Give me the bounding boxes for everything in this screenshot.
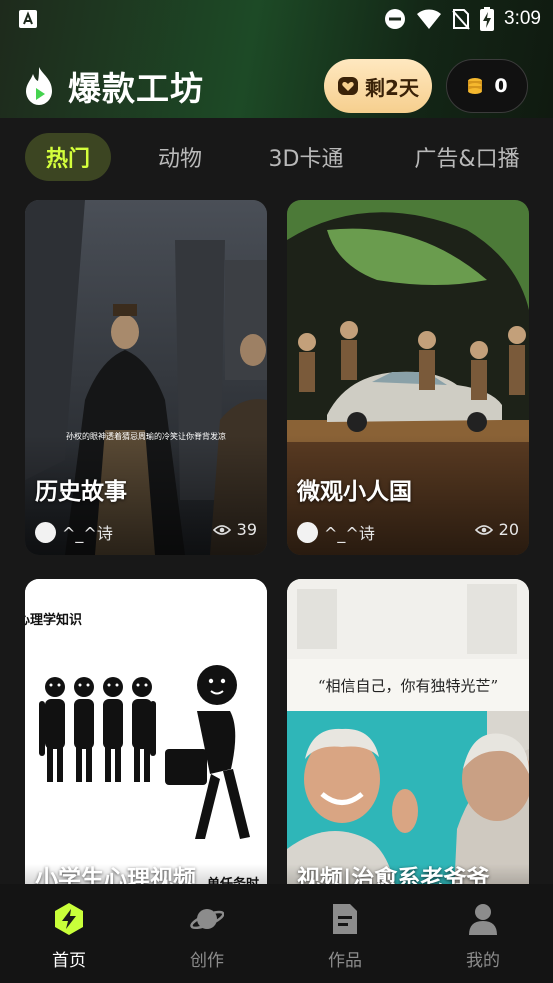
document-icon — [333, 904, 357, 934]
nav-label: 创作 — [190, 951, 224, 971]
nav-item-create[interactable]: 创作 — [138, 884, 276, 983]
template-card-history[interactable]: 孙权的眼神透着猜忌周瑜的冷笑让你脊背发凉 历史故事 ^_^诗 39 — [25, 200, 267, 555]
card-overlay-text: 心理学知识 — [25, 613, 83, 628]
wifi-icon — [417, 9, 442, 29]
card-title: 历史故事 — [35, 479, 127, 505]
template-card-psychology[interactable]: 心理学知识 单任务时 小学生心理视频 — [25, 579, 267, 934]
author-name: ^_^诗 — [62, 524, 113, 543]
coin-count: 0 — [494, 75, 508, 97]
card-author: ^_^诗 — [35, 520, 113, 544]
video-subtitle: 孙权的眼神透着猜忌周瑜的冷笑让你脊背发凉 — [66, 432, 226, 441]
view-count: 20 — [498, 520, 519, 539]
no-sim-icon — [452, 9, 470, 30]
battery-charging-icon — [480, 7, 495, 31]
lightning-icon — [55, 903, 83, 935]
tab-ad-voiceover[interactable]: 广告&口播 — [402, 133, 532, 181]
coin-stack-icon — [468, 78, 483, 94]
nav-item-works[interactable]: 作品 — [276, 884, 414, 983]
eye-icon — [212, 524, 231, 535]
app-notification-icon — [19, 10, 37, 28]
tab-hot[interactable]: 热门 — [25, 133, 111, 181]
card-views: 20 — [474, 520, 519, 539]
flame-logo-icon — [26, 67, 52, 105]
card-overlay-text: “相信自己，你有独特光芒” — [317, 677, 499, 695]
card-top-strip — [25, 579, 267, 605]
view-count: 39 — [236, 520, 257, 539]
nav-label: 我的 — [466, 951, 500, 971]
template-card-grandpa[interactable]: “相信自己，你有独特光芒” 视频|治愈系老爷爷 — [287, 579, 529, 934]
card-views: 39 — [212, 520, 257, 539]
app-header: 爆款工坊 剩2天 0 — [0, 56, 553, 118]
clock-time: 3:09 — [504, 8, 541, 29]
coin-balance-button[interactable]: 0 — [446, 59, 528, 113]
nav-label: 作品 — [328, 951, 362, 971]
status-bar: 3:09 — [0, 0, 553, 38]
tab-3d-cartoon[interactable]: 3D卡通 — [252, 133, 360, 181]
tab-animal-label: 动物 — [157, 147, 202, 172]
nav-item-home[interactable]: 首页 — [0, 884, 138, 983]
author-name: ^_^诗 — [324, 524, 375, 543]
do-not-disturb-icon — [385, 9, 406, 29]
planet-icon — [190, 909, 224, 930]
vip-badge-button[interactable]: 剩2天 — [324, 59, 432, 113]
app-title: 爆款工坊 — [68, 69, 204, 108]
bottom-nav: 首页 创作 作品 我的 — [0, 884, 553, 983]
avatar — [35, 521, 56, 543]
card-author: ^_^诗 — [297, 520, 375, 544]
tab-3d-cartoon-label: 3D卡通 — [268, 147, 344, 172]
user-icon — [469, 904, 497, 935]
template-card-micro-world[interactable]: 微观小人国 ^_^诗 20 — [287, 200, 529, 555]
tab-ad-voiceover-label: 广告&口播 — [414, 147, 520, 172]
nav-label: 首页 — [52, 951, 86, 971]
vip-days-label: 剩2天 — [365, 75, 419, 100]
avatar — [297, 521, 318, 543]
nav-item-profile[interactable]: 我的 — [414, 884, 552, 983]
card-title: 微观小人国 — [297, 479, 412, 505]
heart-icon — [338, 77, 359, 95]
tab-animal[interactable]: 动物 — [140, 133, 220, 181]
tab-hot-label: 热门 — [45, 147, 90, 172]
eye-icon — [474, 524, 493, 535]
category-tabs: 热门 动物 3D卡通 广告&口播 — [0, 133, 553, 181]
